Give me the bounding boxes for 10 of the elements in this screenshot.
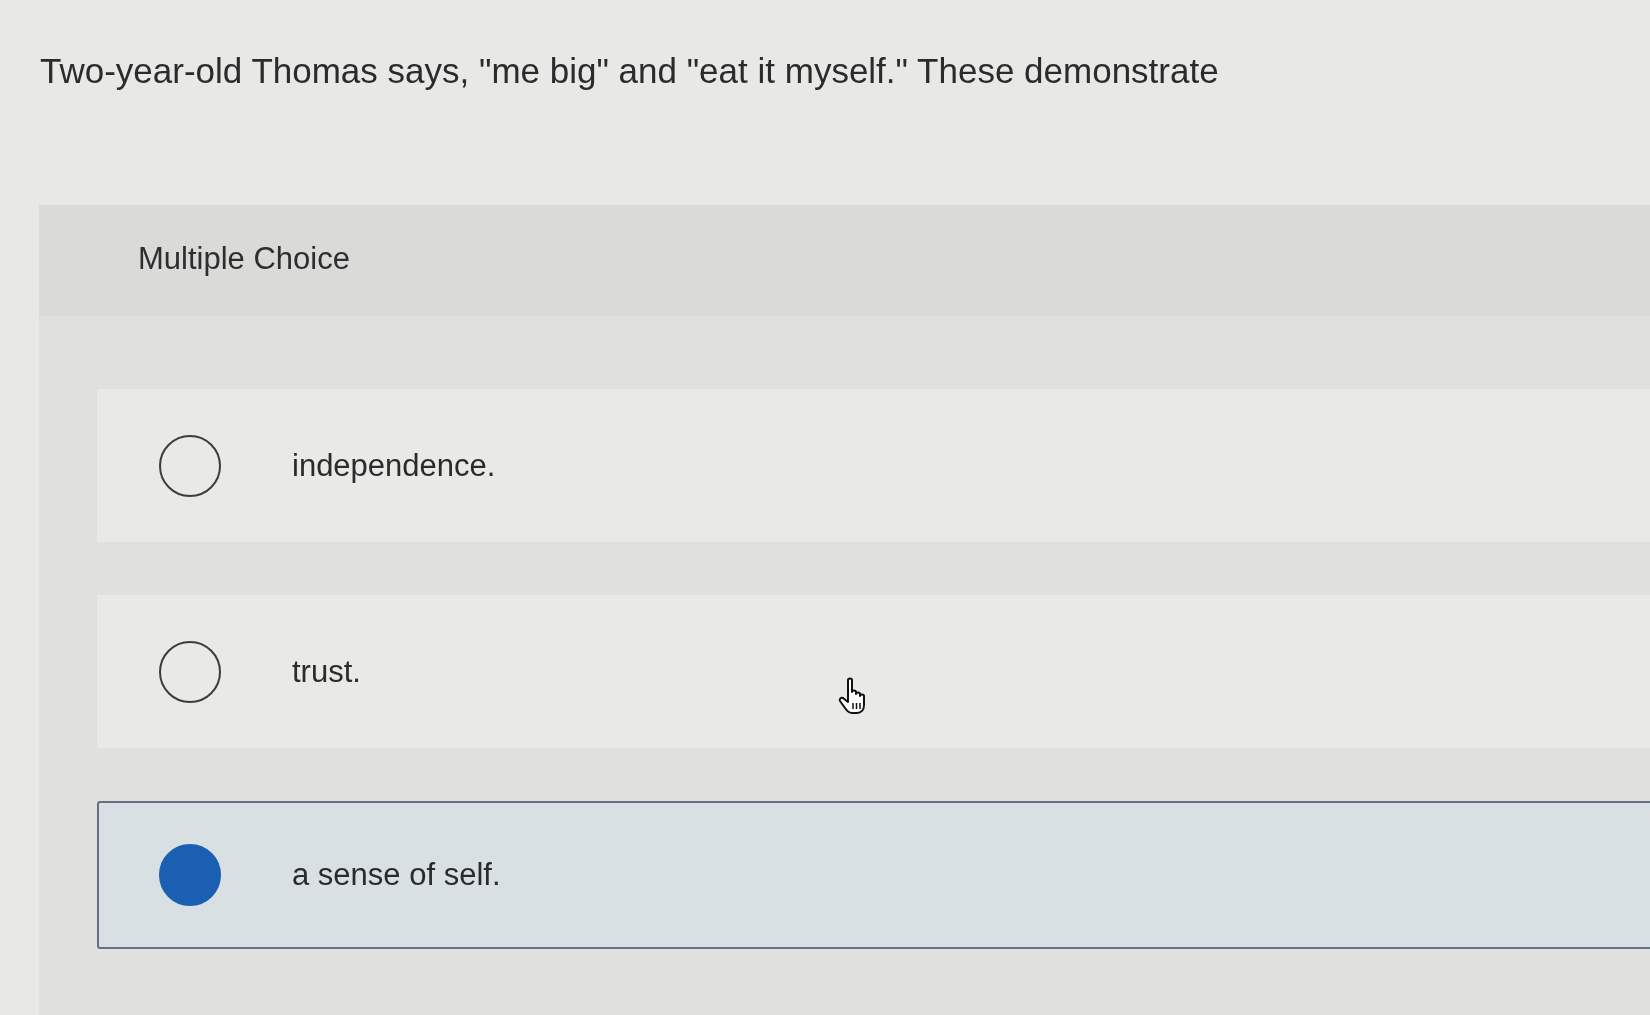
question-text: Two-year-old Thomas says, "me big" and "eat it myself." These demonstrate: [40, 50, 1219, 92]
option-text: a sense of self.: [292, 857, 501, 893]
answer-option[interactable]: a sense of self.: [97, 801, 1650, 949]
radio-button[interactable]: [159, 640, 221, 703]
question-type-label: Multiple Choice: [138, 240, 350, 277]
answer-option[interactable]: trust.: [97, 595, 1650, 748]
answer-option[interactable]: independence.: [97, 389, 1650, 542]
option-text: trust.: [292, 653, 361, 690]
radio-button[interactable]: [159, 434, 221, 497]
option-text: independence.: [292, 447, 496, 484]
